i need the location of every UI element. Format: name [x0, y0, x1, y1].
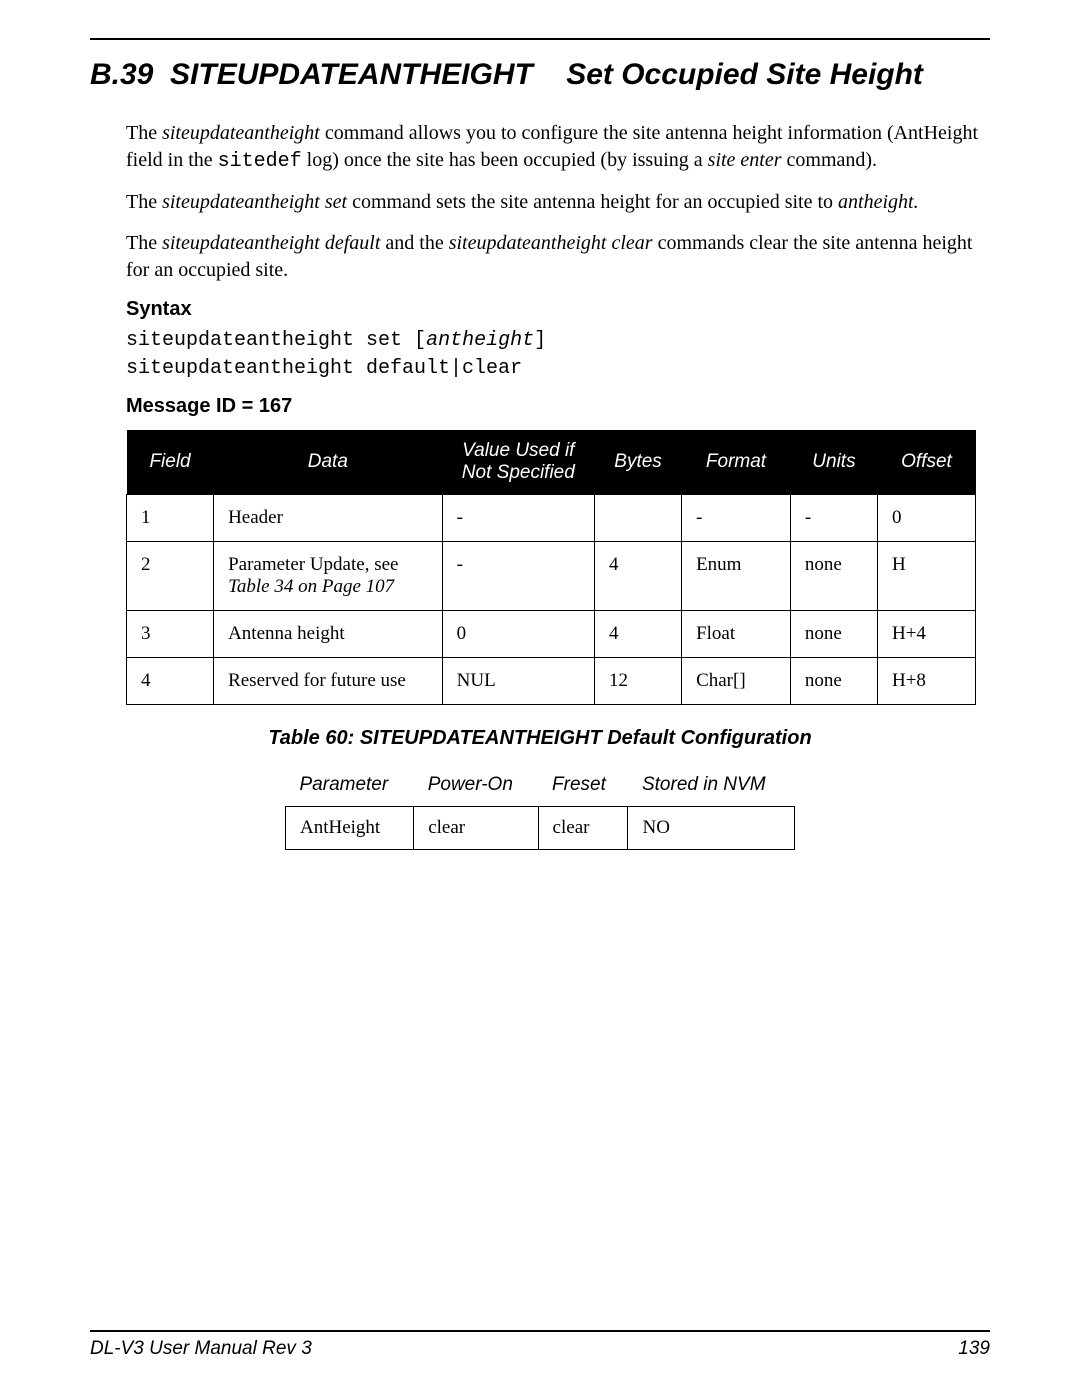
cell-freset: clear — [538, 807, 628, 850]
cell-format: - — [682, 495, 791, 542]
para-1: The siteupdateantheight command allows y… — [126, 120, 990, 175]
message-table: Field Data Value Used if Not Specified B… — [126, 430, 976, 705]
text: and the — [380, 232, 448, 254]
para-3: The siteupdateantheight default and the … — [126, 230, 990, 284]
syntax-line-2: siteupdateantheight default|clear — [126, 355, 990, 383]
cell-offset: H — [877, 542, 975, 611]
cell-bytes: 12 — [595, 658, 682, 705]
th-offset: Offset — [877, 430, 975, 495]
cell-field: 1 — [127, 495, 214, 542]
th-value: Value Used if Not Specified — [442, 430, 594, 495]
th-nvm: Stored in NVM — [628, 764, 795, 807]
th-field: Field — [127, 430, 214, 495]
text: The — [126, 122, 162, 144]
th-poweron: Power-On — [414, 764, 538, 807]
text: antheight — [426, 329, 534, 352]
text-mono: sitedef — [218, 150, 302, 173]
cell-value: - — [442, 495, 594, 542]
table-row: 3Antenna height04FloatnoneH+4 — [127, 611, 976, 658]
cell-value: 0 — [442, 611, 594, 658]
section-desc: Set Occupied Site Height — [566, 58, 923, 91]
cell-units: none — [790, 542, 877, 611]
text: command). — [782, 149, 878, 171]
page: B.39 SITEUPDATEANTHEIGHT Set Occupied Si… — [0, 0, 1080, 1388]
text: The — [126, 191, 162, 213]
para-2: The siteupdateantheight set command sets… — [126, 189, 990, 216]
cell-units: none — [790, 611, 877, 658]
syntax-line-1: siteupdateantheight set [antheight] — [126, 327, 990, 355]
footer-left: DL-V3 User Manual Rev 3 — [90, 1338, 312, 1360]
section-number: B.39 — [90, 58, 153, 91]
cell-units: none — [790, 658, 877, 705]
cell-nvm: NO — [628, 807, 795, 850]
cell-value: - — [442, 542, 594, 611]
table-header-row: Parameter Power-On Freset Stored in NVM — [286, 764, 795, 807]
text: The — [126, 232, 162, 254]
cell-field: 2 — [127, 542, 214, 611]
cell-bytes — [595, 495, 682, 542]
table-row: 1Header---0 — [127, 495, 976, 542]
cell-format: Char[] — [682, 658, 791, 705]
table-row: 4Reserved for future useNUL12Char[]noneH… — [127, 658, 976, 705]
section-command: SITEUPDATEANTHEIGHT — [170, 58, 533, 91]
section-heading: B.39 SITEUPDATEANTHEIGHT Set Occupied Si… — [90, 58, 990, 92]
text: antheight. — [838, 191, 919, 213]
syntax-heading: Syntax — [126, 298, 990, 321]
cell-bytes: 4 — [595, 542, 682, 611]
cell-value: NUL — [442, 658, 594, 705]
text: command sets the site antenna height for… — [347, 191, 838, 213]
cell-data: Parameter Update, seeTable 34 on Page 10… — [214, 542, 443, 611]
text: siteupdateantheight clear — [449, 232, 653, 254]
cell-data: Header — [214, 495, 443, 542]
table-row: AntHeightclearclearNO — [286, 807, 795, 850]
th-format: Format — [682, 430, 791, 495]
footer-right: 139 — [958, 1338, 990, 1360]
default-config-table: Parameter Power-On Freset Stored in NVM … — [285, 764, 795, 850]
msgid-heading: Message ID = 167 — [126, 395, 990, 418]
bottom-rule — [90, 1330, 990, 1332]
cell-field: 3 — [127, 611, 214, 658]
text: siteupdateantheight default — [162, 232, 380, 254]
cell-offset: H+4 — [877, 611, 975, 658]
cell-field: 4 — [127, 658, 214, 705]
text: siteupdateantheight — [162, 122, 320, 144]
top-rule — [90, 38, 990, 40]
th-freset: Freset — [538, 764, 628, 807]
cell-bytes: 4 — [595, 611, 682, 658]
cell-poweron: clear — [414, 807, 538, 850]
text: siteupdateantheight set — [162, 191, 347, 213]
cell-offset: 0 — [877, 495, 975, 542]
cell-data: Antenna height — [214, 611, 443, 658]
th-data: Data — [214, 430, 443, 495]
text: siteupdateantheight set [ — [126, 329, 426, 352]
syntax-block: siteupdateantheight set [antheight] site… — [126, 327, 990, 383]
cell-format: Enum — [682, 542, 791, 611]
table-header-row: Field Data Value Used if Not Specified B… — [127, 430, 976, 495]
th-bytes: Bytes — [595, 430, 682, 495]
page-footer: DL-V3 User Manual Rev 3 139 — [90, 1338, 990, 1360]
cell-units: - — [790, 495, 877, 542]
table2-caption: Table 60: SITEUPDATEANTHEIGHT Default Co… — [90, 727, 990, 750]
text: ] — [534, 329, 546, 352]
cell-format: Float — [682, 611, 791, 658]
th-units: Units — [790, 430, 877, 495]
th-param: Parameter — [286, 764, 414, 807]
text: site enter — [708, 149, 782, 171]
cell-param: AntHeight — [286, 807, 414, 850]
cell-offset: H+8 — [877, 658, 975, 705]
cell-data: Reserved for future use — [214, 658, 443, 705]
body-text: The siteupdateantheight command allows y… — [126, 120, 990, 284]
table-row: 2Parameter Update, seeTable 34 on Page 1… — [127, 542, 976, 611]
text: log) once the site has been occupied (by… — [302, 149, 708, 171]
